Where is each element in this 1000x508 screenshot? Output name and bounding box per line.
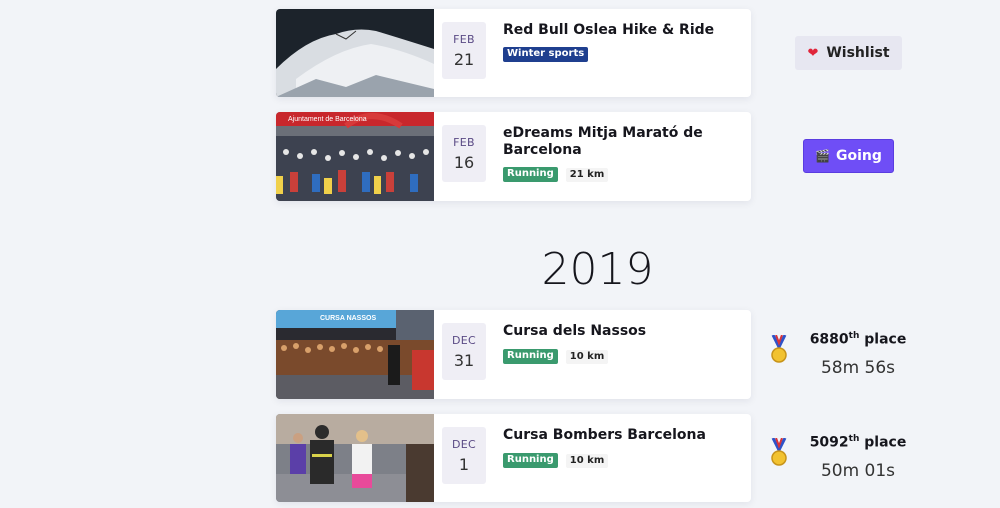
category-tag: Running bbox=[503, 453, 558, 468]
going-button[interactable]: 🎬 Going bbox=[803, 139, 894, 173]
banner-text: CURSA NASSOS bbox=[320, 315, 376, 322]
year-heading: 2019 bbox=[541, 244, 654, 295]
event-card[interactable]: DEC 1 Cursa Bombers Barcelona Running 10… bbox=[276, 414, 751, 502]
event-date: FEB 16 bbox=[442, 125, 486, 182]
event-card[interactable]: FEB 21 Red Bull Oslea Hike & Ride Winter… bbox=[276, 9, 751, 97]
medal-icon bbox=[771, 335, 787, 363]
event-image: CURSA NASSOS bbox=[276, 310, 434, 399]
event-date: DEC 31 bbox=[442, 323, 486, 380]
finish-time: 50m 01s bbox=[820, 461, 896, 481]
event-card[interactable]: Ajuntament de Barcelona FEB 16 eDreams M… bbox=[276, 112, 751, 201]
event-day: 1 bbox=[458, 454, 470, 474]
event-month: FEB bbox=[453, 135, 475, 149]
event-image bbox=[276, 9, 434, 97]
wishlist-button[interactable]: ❤ Wishlist bbox=[795, 36, 902, 70]
distance-label: 21 km bbox=[565, 167, 609, 182]
banner-text: Ajuntament de Barcelona bbox=[288, 116, 367, 123]
event-title[interactable]: Cursa Bombers Barcelona bbox=[503, 427, 741, 444]
category-tag: Winter sports bbox=[503, 47, 589, 62]
event-day: 16 bbox=[453, 152, 475, 172]
event-image bbox=[276, 414, 434, 502]
event-date: DEC 1 bbox=[442, 427, 486, 484]
heart-icon: ❤ bbox=[807, 45, 819, 61]
event-title[interactable]: Red Bull Oslea Hike & Ride bbox=[503, 22, 741, 39]
category-tag: Running bbox=[503, 349, 558, 364]
distance-label: 10 km bbox=[565, 349, 609, 364]
event-day: 31 bbox=[453, 350, 475, 370]
event-title[interactable]: Cursa dels Nassos bbox=[503, 323, 741, 340]
event-month: DEC bbox=[451, 333, 476, 347]
clapperboard-icon: 🎬 bbox=[815, 149, 831, 163]
medal-icon bbox=[771, 438, 787, 466]
wishlist-label: Wishlist bbox=[826, 45, 890, 61]
event-date: FEB 21 bbox=[442, 22, 486, 79]
event-image: Ajuntament de Barcelona bbox=[276, 112, 434, 201]
event-card[interactable]: CURSA NASSOS DEC 31 Cursa dels Nassos Ru… bbox=[276, 310, 751, 399]
event-day: 21 bbox=[453, 49, 475, 69]
place-label: 5092th place bbox=[809, 434, 907, 451]
place-label: 6880th place bbox=[809, 331, 907, 348]
event-title[interactable]: eDreams Mitja Marató de Barcelona bbox=[503, 125, 741, 159]
event-month: FEB bbox=[453, 32, 475, 46]
event-month: DEC bbox=[451, 437, 476, 451]
category-tag: Running bbox=[503, 167, 558, 182]
finish-time: 58m 56s bbox=[820, 358, 896, 378]
distance-label: 10 km bbox=[565, 453, 609, 468]
going-label: Going bbox=[836, 148, 882, 164]
